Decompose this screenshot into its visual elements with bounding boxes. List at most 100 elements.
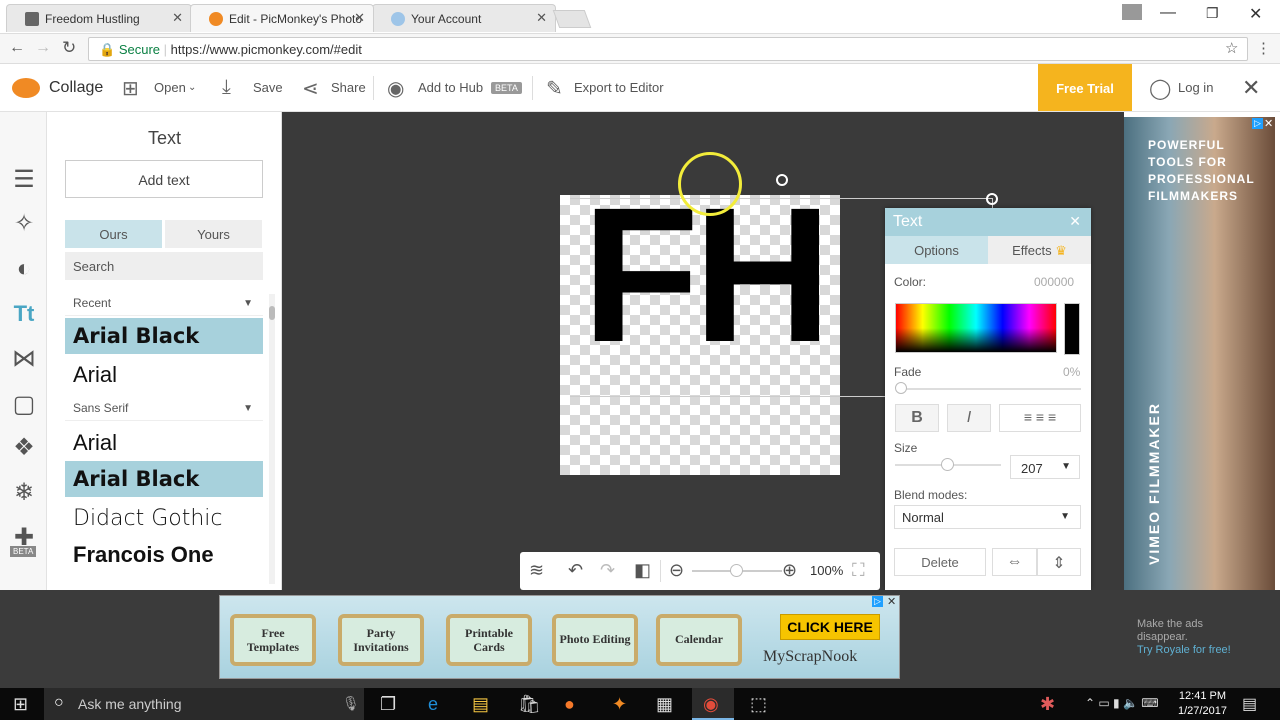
- font-item[interactable]: Francois One: [65, 536, 263, 572]
- notification-app-icon[interactable]: ✱: [1040, 694, 1055, 715]
- open-image-icon[interactable]: ⊞: [122, 76, 139, 101]
- cortana-search[interactable]: ○ Ask me anything 🎙: [44, 688, 364, 720]
- minimize-icon[interactable]: —: [1160, 4, 1176, 22]
- tab-freedom-hustling[interactable]: Freedom Hustling ✕: [6, 4, 192, 32]
- ad-button[interactable]: Free Templates: [230, 614, 316, 666]
- size-slider-thumb[interactable]: [941, 458, 954, 471]
- rotate-handle[interactable]: [776, 174, 788, 186]
- store-icon[interactable]: 🛍: [518, 694, 541, 715]
- open-button[interactable]: Open: [154, 80, 186, 95]
- color-hex-value[interactable]: 000000: [1034, 275, 1074, 289]
- recent-dropdown[interactable]: Recent ▼: [65, 290, 263, 316]
- layers-icon[interactable]: ≋: [529, 560, 544, 581]
- close-icon[interactable]: ✕: [172, 10, 183, 26]
- maximize-icon[interactable]: ❐: [1206, 5, 1219, 22]
- tab-yours[interactable]: Yours: [165, 220, 262, 248]
- new-tab-button[interactable]: [552, 10, 592, 28]
- close-window-icon[interactable]: ✕: [1249, 4, 1262, 24]
- close-ad-icon[interactable]: ✕: [887, 595, 896, 608]
- font-search-input[interactable]: Search: [65, 252, 263, 280]
- clock[interactable]: 12:41 PM 1/27/2017: [1178, 689, 1227, 719]
- export-to-editor-button[interactable]: Export to Editor: [574, 80, 664, 95]
- add-text-button[interactable]: Add text: [65, 160, 263, 198]
- undo-icon[interactable]: ↶: [568, 560, 583, 581]
- flip-horizontal-icon[interactable]: ⇔: [992, 548, 1037, 576]
- free-trial-button[interactable]: Free Trial: [1038, 64, 1132, 111]
- sidebar-ad[interactable]: POWERFUL TOOLS FOR PROFESSIONAL FILMMAKE…: [1124, 117, 1275, 590]
- size-stepper[interactable]: 207 ▼: [1010, 455, 1080, 479]
- ad-choices-icon[interactable]: ▷: [1252, 118, 1263, 129]
- sans-serif-dropdown[interactable]: Sans Serif ▼: [65, 395, 263, 421]
- redo-icon[interactable]: ↷: [600, 560, 615, 581]
- fade-slider-thumb[interactable]: [895, 382, 907, 394]
- login-button[interactable]: Log in: [1178, 80, 1213, 95]
- ad-button[interactable]: Printable Cards: [446, 614, 532, 666]
- panel-scrollbar[interactable]: [269, 294, 275, 584]
- font-item[interactable]: Didact Gothic: [65, 500, 263, 536]
- click-here-button[interactable]: CLICK HERE: [780, 614, 880, 640]
- logo-label[interactable]: Collage: [49, 79, 103, 97]
- save-button[interactable]: Save: [253, 80, 283, 95]
- color-spectrum-picker[interactable]: [895, 303, 1057, 353]
- add-to-hub-button[interactable]: Add to Hub: [418, 80, 483, 95]
- back-icon[interactable]: ←: [9, 39, 25, 57]
- text-tool-icon[interactable]: Tt: [10, 300, 38, 328]
- resize-handle[interactable]: [986, 193, 998, 205]
- fullscreen-icon[interactable]: ⛶: [852, 560, 865, 581]
- tab-options[interactable]: Options: [885, 236, 988, 264]
- face-icon[interactable]: ◐: [10, 255, 38, 283]
- tab-ours[interactable]: Ours: [65, 220, 162, 248]
- delete-button[interactable]: Delete: [894, 548, 986, 576]
- align-right-icon[interactable]: ≡: [1048, 409, 1056, 425]
- zoom-out-icon[interactable]: ⊖: [669, 560, 684, 581]
- align-center-icon[interactable]: ≡: [1036, 409, 1048, 425]
- frame-icon[interactable]: ▢: [10, 391, 38, 419]
- close-ad-icon[interactable]: ✕: [1264, 117, 1273, 130]
- font-item[interactable]: Arial: [65, 424, 263, 460]
- edge-icon[interactable]: e: [428, 694, 438, 715]
- reload-icon[interactable]: ↻: [62, 38, 76, 58]
- user-icon[interactable]: ◯: [1149, 76, 1171, 101]
- close-icon[interactable]: ✕: [536, 10, 547, 26]
- windows-start-icon[interactable]: ⊞: [13, 694, 28, 715]
- snipping-icon[interactable]: ⬚: [750, 694, 767, 715]
- url-field[interactable]: 🔒 Secure | https://www.picmonkey.com/#ed…: [88, 37, 1248, 61]
- tab-your-account[interactable]: Your Account ✕: [372, 4, 556, 32]
- share-button[interactable]: Share: [331, 80, 366, 95]
- chrome-taskbar-item[interactable]: ◉: [692, 688, 734, 720]
- texture-icon[interactable]: ❖: [10, 434, 38, 462]
- action-center-icon[interactable]: ▤: [1242, 694, 1257, 714]
- tab-picmonkey[interactable]: Edit - PicMonkey's Photo ✕: [190, 4, 374, 32]
- forward-icon[interactable]: →: [35, 39, 51, 57]
- butterfly-icon[interactable]: ⋈: [10, 345, 38, 373]
- snowflake-icon[interactable]: ❄: [10, 479, 38, 507]
- dialog-header[interactable]: Text ✕: [885, 208, 1091, 236]
- hub-icon[interactable]: ◉: [387, 76, 404, 101]
- menu-icon[interactable]: ⋮: [1256, 39, 1271, 57]
- bold-button[interactable]: B: [895, 404, 939, 432]
- magic-wand-icon[interactable]: ✧: [10, 210, 38, 238]
- file-explorer-icon[interactable]: ▤: [472, 694, 489, 715]
- try-royale-link[interactable]: Try Royale for free!: [1137, 644, 1231, 657]
- export-icon[interactable]: ✎: [546, 76, 563, 101]
- ad-button[interactable]: Party Invitations: [338, 614, 424, 666]
- close-editor-icon[interactable]: ✕: [1242, 75, 1260, 101]
- banner-ad[interactable]: Free Templates Party Invitations Printab…: [219, 595, 900, 679]
- close-icon[interactable]: ✕: [354, 10, 365, 26]
- firefox-icon[interactable]: ●: [564, 694, 575, 715]
- save-icon[interactable]: ⤓: [222, 76, 231, 99]
- flip-vertical-icon[interactable]: ⇕: [1037, 548, 1081, 576]
- profile-icon[interactable]: [1122, 4, 1142, 20]
- align-left-icon[interactable]: ≡: [1024, 409, 1032, 425]
- zoom-slider-thumb[interactable]: [730, 564, 743, 577]
- blend-mode-select[interactable]: Normal ▼: [894, 505, 1081, 529]
- fade-slider[interactable]: [897, 388, 1081, 390]
- tab-effects[interactable]: Effects ♛: [988, 236, 1091, 264]
- italic-button[interactable]: I: [947, 404, 991, 432]
- font-item[interactable]: Arial Black: [65, 461, 263, 497]
- font-item[interactable]: Arial: [65, 356, 263, 392]
- task-view-icon[interactable]: ❐: [380, 694, 396, 715]
- ad-button[interactable]: Photo Editing: [552, 614, 638, 666]
- calculator-icon[interactable]: ▦: [656, 694, 673, 715]
- app-icon[interactable]: ✦: [612, 694, 627, 715]
